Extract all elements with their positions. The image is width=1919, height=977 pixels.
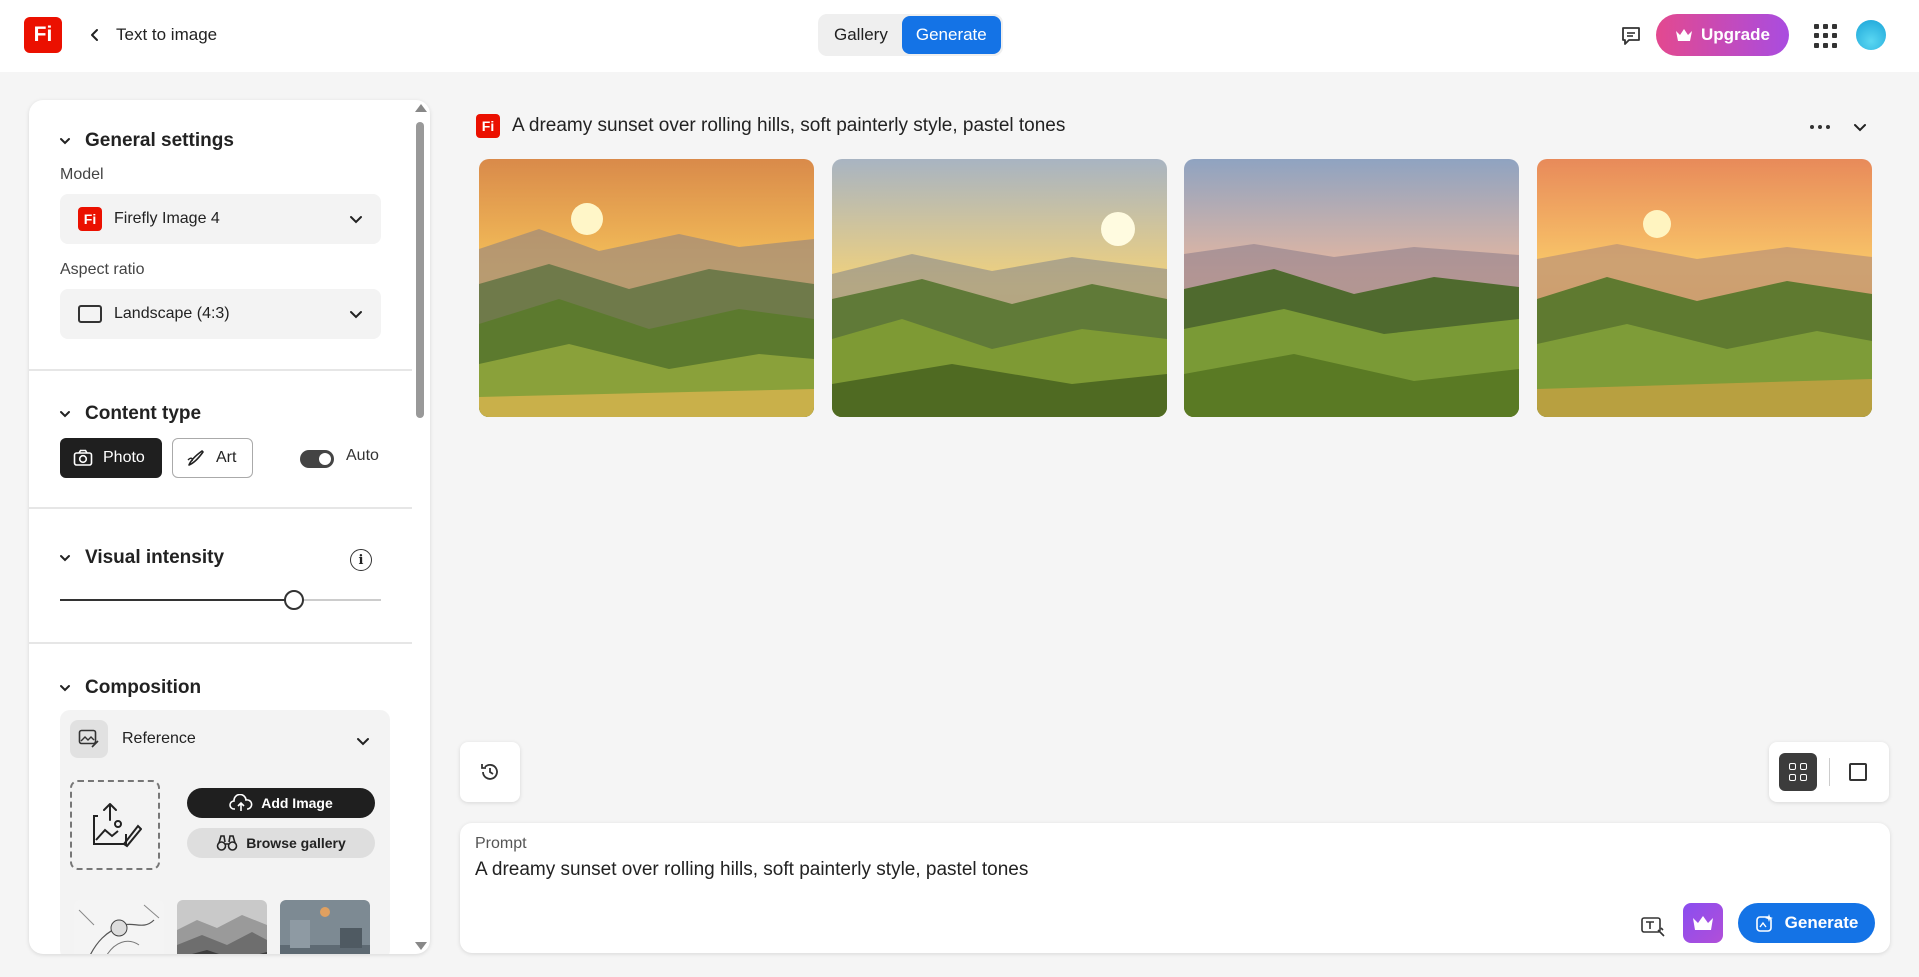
prompt-label: Prompt: [475, 835, 527, 852]
reference-header[interactable]: Reference: [70, 720, 196, 758]
mode-switcher: Gallery Generate: [818, 14, 1003, 56]
style-thumbnail[interactable]: [280, 900, 370, 954]
upgrade-button[interactable]: Upgrade: [1656, 14, 1789, 56]
section-composition[interactable]: Composition: [59, 677, 201, 699]
scroll-down-arrow-icon[interactable]: [415, 942, 427, 950]
panel-scrollbar[interactable]: [412, 100, 428, 954]
art-label: Art: [216, 449, 237, 466]
scroll-up-arrow-icon[interactable]: [415, 104, 427, 112]
reference-image-icon: [70, 720, 108, 758]
visual-intensity-slider[interactable]: [60, 590, 381, 610]
divider: [29, 642, 412, 644]
top-bar: Fi Text to image Gallery Generate Upgrad…: [0, 0, 1919, 72]
firefly-logo[interactable]: Fi: [24, 17, 62, 53]
generate-label: Generate: [1784, 913, 1859, 932]
chevron-down-icon[interactable]: [1852, 119, 1868, 135]
info-icon[interactable]: i: [350, 549, 372, 571]
section-title: Visual intensity: [85, 547, 225, 568]
crown-icon: [1693, 916, 1713, 930]
section-title: Composition: [85, 677, 202, 698]
upload-image-icon: [93, 803, 142, 848]
scroll-thumb[interactable]: [416, 122, 424, 418]
tab-gallery[interactable]: Gallery: [820, 16, 902, 54]
text-effects-icon[interactable]: [1640, 915, 1666, 937]
landscape-icon: [78, 305, 102, 323]
result-header: Fi A dreamy sunset over rolling hills, s…: [476, 114, 1065, 138]
slider-handle[interactable]: [284, 590, 305, 610]
section-visual-intensity[interactable]: Visual intensity: [59, 547, 224, 569]
chevron-down-icon: [60, 411, 70, 418]
tab-generate[interactable]: Generate: [901, 16, 1001, 54]
generate-sparkle-icon: [1755, 914, 1773, 932]
result-prompt-title: A dreamy sunset over rolling hills, soft…: [512, 115, 1066, 136]
divider: [29, 369, 412, 371]
divider: [29, 507, 412, 509]
cloud-upload-icon: [229, 794, 253, 811]
section-content-type[interactable]: Content type: [59, 403, 201, 425]
auto-label: Auto: [346, 447, 379, 464]
settings-panel: General settings Model Fi Firefly Image …: [29, 100, 430, 954]
firefly-badge-icon: Fi: [476, 114, 500, 138]
section-general-settings[interactable]: General settings: [59, 130, 234, 152]
upgrade-label: Upgrade: [1701, 25, 1770, 44]
chevron-down-icon: [60, 138, 70, 145]
single-view-icon[interactable]: [1849, 763, 1867, 781]
more-options-icon[interactable]: [1808, 118, 1832, 136]
firefly-model-icon: Fi: [78, 207, 102, 231]
premium-button[interactable]: [1683, 903, 1723, 943]
add-image-button[interactable]: Add Image: [187, 788, 375, 818]
page-title: Text to image: [116, 25, 218, 44]
aspect-ratio-value: Landscape (4:3): [114, 305, 230, 322]
generated-image[interactable]: [1537, 159, 1872, 417]
model-label: Model: [60, 166, 104, 183]
prompt-input[interactable]: A dreamy sunset over rolling hills, soft…: [475, 859, 1028, 881]
brush-icon: [187, 450, 204, 466]
reference-box: Reference Add Image Browse gallery: [60, 710, 390, 954]
history-button[interactable]: [460, 742, 520, 802]
chevron-down-icon: [350, 311, 362, 319]
content-type-art-button[interactable]: Art: [172, 438, 253, 478]
camera-icon: [73, 449, 93, 466]
upload-dropzone[interactable]: [70, 780, 160, 870]
divider: [1829, 758, 1830, 786]
section-title: Content type: [85, 403, 202, 424]
generated-image[interactable]: [479, 159, 814, 417]
chevron-down-icon[interactable]: [356, 734, 370, 748]
generate-button[interactable]: Generate: [1738, 903, 1875, 943]
model-select[interactable]: Fi Firefly Image 4: [60, 194, 381, 244]
grid-view-icon[interactable]: [1779, 753, 1817, 791]
apps-grid-icon[interactable]: [1814, 24, 1838, 48]
prompt-box: Prompt A dreamy sunset over rolling hill…: [460, 823, 1890, 953]
section-title: General settings: [85, 130, 234, 151]
content-type-photo-button[interactable]: Photo: [60, 438, 162, 478]
view-toggle: [1769, 742, 1889, 802]
chevron-down-icon: [350, 216, 362, 224]
aspect-ratio-select[interactable]: Landscape (4:3): [60, 289, 381, 339]
avatar[interactable]: [1856, 20, 1886, 50]
add-image-label: Add Image: [261, 795, 333, 811]
generated-image[interactable]: [832, 159, 1167, 417]
binoculars-icon: [216, 835, 238, 851]
feedback-icon[interactable]: [1619, 24, 1643, 48]
browse-gallery-label: Browse gallery: [246, 835, 346, 851]
history-icon: [481, 764, 498, 780]
generated-image[interactable]: [1184, 159, 1519, 417]
chevron-down-icon: [60, 555, 70, 562]
reference-label: Reference: [122, 730, 196, 747]
aspect-ratio-label: Aspect ratio: [60, 261, 145, 278]
auto-toggle[interactable]: [300, 450, 334, 468]
slider-fill: [60, 599, 295, 601]
photo-label: Photo: [103, 449, 145, 466]
back-arrow-icon[interactable]: [84, 24, 106, 46]
chevron-down-icon: [60, 685, 70, 692]
browse-gallery-button[interactable]: Browse gallery: [187, 828, 375, 858]
style-thumbnail[interactable]: [74, 900, 164, 954]
model-value: Firefly Image 4: [114, 210, 220, 227]
style-thumbnail[interactable]: [177, 900, 267, 954]
crown-icon: [1676, 29, 1693, 41]
